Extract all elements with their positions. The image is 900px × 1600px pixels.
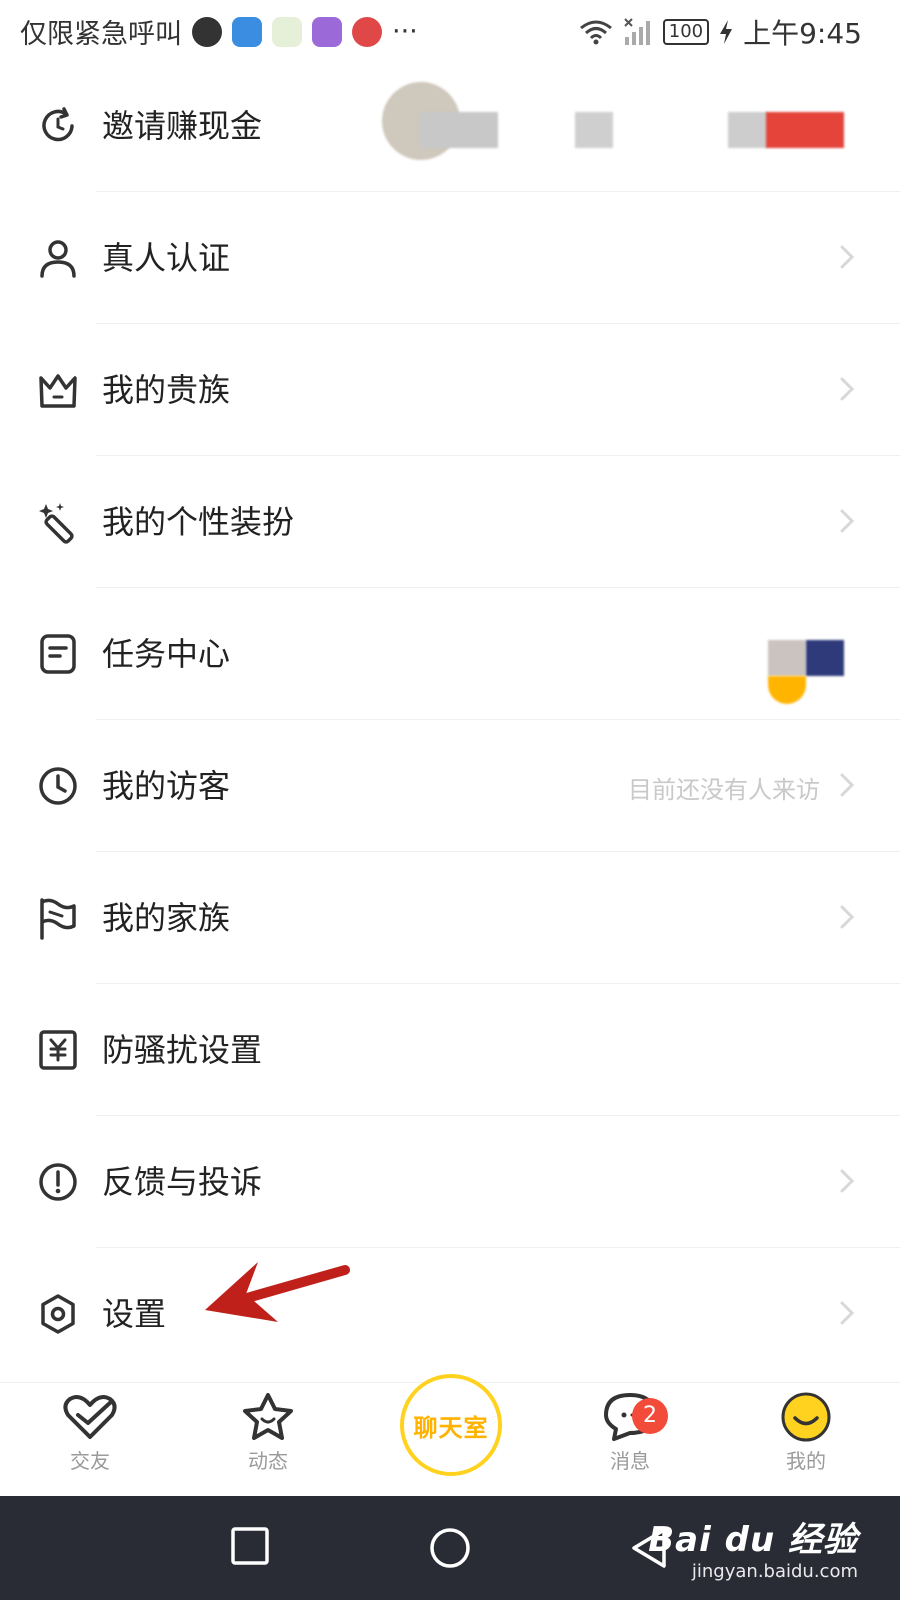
status-bar: 仅限紧急呼叫 ··· 100 上午9:45 — [0, 0, 900, 62]
clock-icon — [39, 767, 77, 805]
blurred-block — [728, 112, 768, 148]
more-notifications: ··· — [392, 16, 418, 47]
blurred-block — [420, 112, 498, 148]
menu-item-label: 设置 — [102, 1295, 167, 1333]
menu-item-anti-harassment[interactable]: 防骚扰设置 — [0, 984, 900, 1116]
menu-item-personal-dressup[interactable]: 我的个性装扮 — [0, 456, 900, 588]
watermark-logo: Bai du 经验 — [648, 1520, 858, 1560]
messages-unread-badge: 2 — [632, 1398, 668, 1434]
menu-item-label: 我的贵族 — [102, 371, 231, 409]
menu-item-real-person-verify[interactable]: 真人认证 — [0, 192, 900, 324]
chevron-right-icon — [840, 509, 855, 533]
chevron-right-icon — [840, 773, 855, 797]
tab-messages[interactable]: 消息 — [570, 1391, 690, 1474]
status-right: 100 上午9:45 — [579, 12, 862, 52]
magic-wand-icon — [39, 503, 74, 544]
app-notification-icon — [272, 16, 302, 47]
menu-item-label: 反馈与投诉 — [102, 1163, 263, 1201]
flag-icon — [40, 898, 76, 940]
exclamation-circle-icon — [39, 1163, 77, 1201]
menu-item-my-family[interactable]: 我的家族 — [0, 852, 900, 984]
refresh-arrow-icon — [42, 107, 74, 142]
tab-friends[interactable]: 交友 — [30, 1391, 150, 1474]
menu-item-label: 我的个性装扮 — [102, 503, 295, 541]
chevron-right-icon — [840, 377, 855, 401]
chatroom-label: 聊天室 — [413, 1413, 489, 1442]
signal-icon — [624, 18, 650, 45]
wifi-icon — [579, 20, 612, 45]
system-nav-bar: Bai du 经验 jingyan.baidu.com — [0, 1496, 900, 1600]
star-icon — [243, 1393, 293, 1440]
tab-label: 我的 — [786, 1449, 826, 1473]
menu-item-label: 任务中心 — [102, 635, 231, 673]
blurred-red-block — [766, 112, 844, 148]
profile-menu-list: 邀请赚现金 真人认证 我的贵族 我的个性装扮 任务中心 我的访客 目前还没有人来… — [0, 60, 900, 1380]
blurred-navy-block — [806, 640, 844, 676]
chatroom-button[interactable]: 聊天室 — [400, 1374, 502, 1476]
clock-time: 上午9:45 — [743, 17, 862, 50]
watermark-url: jingyan.baidu.com — [691, 1561, 858, 1582]
recent-apps-button[interactable] — [230, 1526, 270, 1566]
tab-me[interactable]: 我的 — [746, 1391, 866, 1474]
chevron-right-icon — [840, 905, 855, 929]
heart-check-icon — [63, 1395, 117, 1439]
menu-item-invite-cash[interactable]: 邀请赚现金 — [0, 60, 900, 192]
settings-icon — [41, 1294, 75, 1334]
app-notification-icon — [352, 16, 382, 47]
baidu-jingyan-watermark: Bai du 经验 jingyan.baidu.com — [648, 1512, 858, 1582]
menu-item-task-center[interactable]: 任务中心 — [0, 588, 900, 720]
menu-item-nobility[interactable]: 我的贵族 — [0, 324, 900, 456]
status-left: 仅限紧急呼叫 ··· — [20, 12, 418, 51]
blurred-block — [575, 112, 613, 148]
crown-icon — [39, 374, 77, 408]
chevron-right-icon — [840, 245, 855, 269]
home-button[interactable] — [428, 1526, 472, 1570]
menu-item-label: 我的家族 — [102, 899, 231, 937]
menu-item-my-visitors[interactable]: 我的访客 目前还没有人来访 — [0, 720, 900, 852]
battery-indicator: 100 — [662, 19, 710, 45]
person-icon — [40, 240, 76, 278]
chevron-right-icon — [840, 1301, 855, 1325]
menu-item-label: 真人认证 — [102, 239, 231, 277]
chevron-right-icon — [840, 1169, 855, 1193]
carrier-text: 仅限紧急呼叫 — [20, 19, 182, 50]
blurred-block — [768, 640, 806, 676]
app-notification-icon — [192, 16, 222, 47]
tab-label: 交友 — [70, 1449, 110, 1473]
app-notification-icon — [232, 16, 262, 47]
task-note-icon — [40, 634, 76, 674]
menu-item-feedback[interactable]: 反馈与投诉 — [0, 1116, 900, 1248]
visitors-hint: 目前还没有人来访 — [628, 776, 820, 804]
tab-label: 消息 — [610, 1449, 650, 1473]
menu-item-label: 邀请赚现金 — [102, 107, 263, 145]
blurred-orange-block — [768, 676, 806, 704]
tab-label: 动态 — [248, 1449, 288, 1473]
menu-item-label: 我的访客 — [102, 767, 231, 805]
charging-icon — [720, 20, 733, 44]
app-notification-icon — [312, 16, 342, 47]
yen-shield-icon — [39, 1030, 77, 1070]
tab-moments[interactable]: 动态 — [208, 1391, 328, 1474]
menu-item-label: 防骚扰设置 — [102, 1031, 263, 1069]
smiley-icon — [781, 1392, 831, 1442]
red-arrow-annotation — [205, 1262, 350, 1322]
